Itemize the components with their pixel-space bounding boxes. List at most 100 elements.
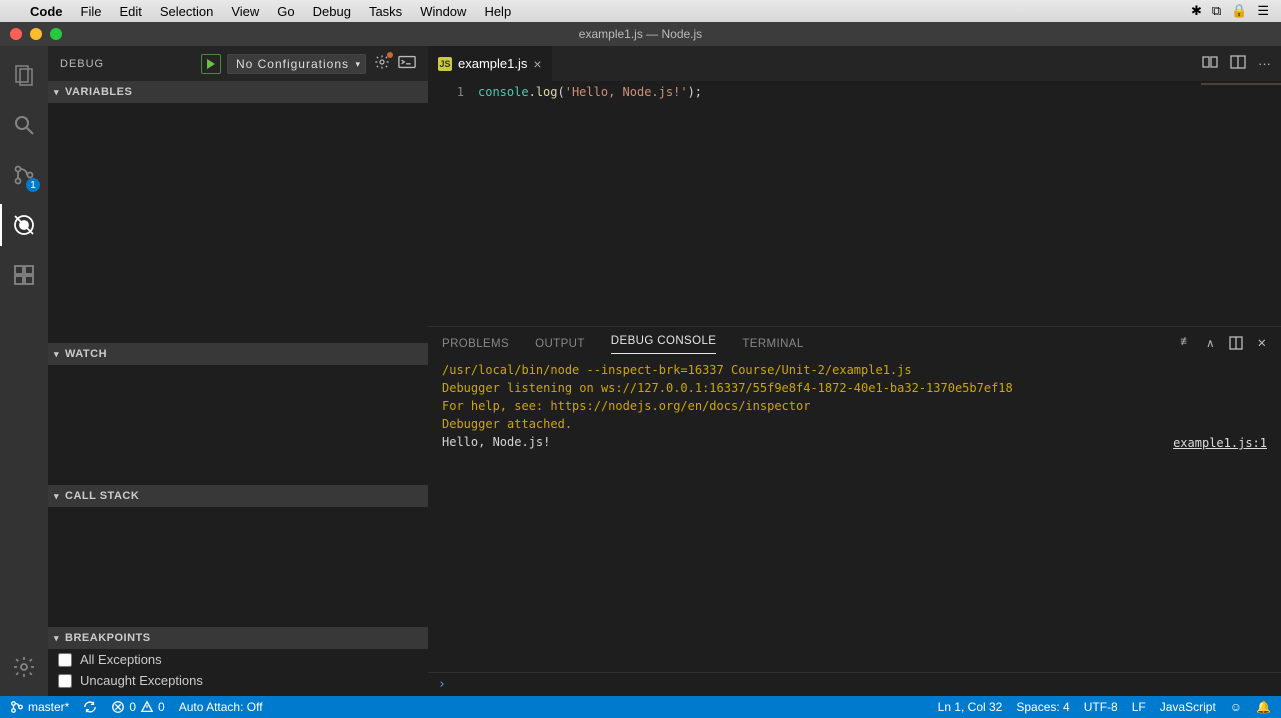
debug-header: DEBUG No Configurations [48, 46, 428, 81]
window-titlebar: example1.js — Node.js [0, 22, 1281, 46]
status-sync[interactable] [83, 700, 97, 714]
minimap[interactable] [1201, 81, 1281, 101]
clear-console-icon[interactable]: ≢ [1180, 336, 1192, 353]
menu-tasks[interactable]: Tasks [369, 4, 402, 19]
menu-file[interactable]: File [81, 4, 102, 19]
tab-filename: example1.js [458, 56, 527, 71]
system-tray: ✱ ⧉ 🔒 ☰ [1191, 3, 1269, 19]
panel-tab-problems[interactable]: PROBLEMS [442, 338, 509, 350]
menu-edit[interactable]: Edit [119, 4, 141, 19]
window-title: example1.js — Node.js [0, 27, 1281, 41]
breakpoint-label: Uncaught Exceptions [80, 673, 203, 688]
status-encoding[interactable]: UTF-8 [1084, 700, 1118, 714]
mac-menubar: Code File Edit Selection View Go Debug T… [0, 0, 1281, 22]
breakpoint-row: Uncaught Exceptions [48, 670, 428, 691]
code-editor[interactable]: 1 console.log('Hello, Node.js!'); [428, 81, 1281, 326]
debug-console-output[interactable]: /usr/local/bin/node --inspect-brk=16337 … [428, 361, 1281, 672]
section-breakpoints-header[interactable]: ▾ BREAKPOINTS [48, 627, 428, 649]
lock-icon[interactable]: 🔒 [1231, 3, 1247, 19]
code-content[interactable]: console.log('Hello, Node.js!'); [478, 81, 702, 326]
editor-actions: ··· [1202, 46, 1281, 81]
console-line: /usr/local/bin/node --inspect-brk=16337 … [442, 361, 1267, 379]
section-callstack-label: CALL STACK [65, 490, 139, 502]
menu-debug[interactable]: Debug [313, 4, 351, 19]
breakpoint-checkbox[interactable] [58, 674, 72, 688]
status-bar: master* 0 0 Auto Attach: Off Ln 1, Col 3… [0, 696, 1281, 718]
dropbox-icon[interactable]: ⧉ [1212, 3, 1221, 19]
status-problems[interactable]: 0 0 [111, 700, 164, 714]
breakpoint-label: All Exceptions [80, 652, 162, 667]
activity-settings[interactable] [0, 646, 48, 688]
panel-tab-terminal[interactable]: TERMINAL [742, 338, 803, 350]
panel-maximize-icon[interactable] [1229, 336, 1243, 353]
line-number: 1 [428, 85, 464, 99]
debug-sidebar: DEBUG No Configurations ▾ VARIABLES ▾ WATC… [48, 46, 428, 696]
evernote-icon[interactable]: ✱ [1191, 3, 1202, 19]
activity-explorer[interactable] [0, 54, 48, 96]
status-auto-attach[interactable]: Auto Attach: Off [179, 700, 263, 714]
console-line: Debugger attached. [442, 415, 1267, 433]
panel-tabs: PROBLEMS OUTPUT DEBUG CONSOLE TERMINAL ≡… [428, 327, 1281, 361]
console-line: Hello, Node.js! [442, 433, 1267, 451]
debug-repl-input[interactable]: › [428, 672, 1281, 696]
bottom-panel: PROBLEMS OUTPUT DEBUG CONSOLE TERMINAL ≡… [428, 326, 1281, 696]
section-watch-header[interactable]: ▾ WATCH [48, 343, 428, 365]
editor-region: JS example1.js × ··· 1 console.log('Hell… [428, 46, 1281, 696]
twisty-icon: ▾ [54, 491, 59, 502]
debug-console-icon[interactable] [398, 55, 416, 72]
menu-window[interactable]: Window [420, 4, 466, 19]
menu-selection[interactable]: Selection [160, 4, 213, 19]
status-feedback-icon[interactable]: ☺ [1230, 700, 1242, 714]
section-variables-body [48, 103, 428, 343]
menu-help[interactable]: Help [484, 4, 511, 19]
twisty-icon: ▾ [54, 87, 59, 98]
status-cursor[interactable]: Ln 1, Col 32 [938, 700, 1003, 714]
panel-close-icon[interactable]: ✕ [1257, 336, 1267, 353]
editor-tabs: JS example1.js × ··· [428, 46, 1281, 81]
console-line: Debugger listening on ws://127.0.0.1:163… [442, 379, 1267, 397]
section-watch-label: WATCH [65, 348, 107, 360]
section-breakpoints-label: BREAKPOINTS [65, 632, 151, 644]
editor-tab[interactable]: JS example1.js × [428, 46, 553, 81]
activity-debug[interactable] [0, 204, 48, 246]
status-bell-icon[interactable]: 🔔 [1256, 700, 1271, 714]
status-language[interactable]: JavaScript [1160, 700, 1216, 714]
repl-prompt-icon: › [438, 677, 446, 692]
section-variables-header[interactable]: ▾ VARIABLES [48, 81, 428, 103]
console-line: For help, see: https://nodejs.org/en/doc… [442, 397, 1267, 415]
section-callstack-body [48, 507, 428, 627]
panel-tab-debug-console[interactable]: DEBUG CONSOLE [611, 335, 717, 354]
status-branch[interactable]: master* [10, 700, 69, 714]
scroll-lock-icon[interactable]: ∧ [1206, 336, 1215, 353]
activity-bar: 1 [0, 46, 48, 696]
split-editor-icon[interactable] [1230, 54, 1246, 73]
menu-view[interactable]: View [231, 4, 259, 19]
section-variables-label: VARIABLES [65, 86, 132, 98]
activity-search[interactable] [0, 104, 48, 146]
section-watch-body [48, 365, 428, 485]
more-icon[interactable]: ··· [1258, 56, 1271, 71]
debug-config-select[interactable]: No Configurations [227, 54, 366, 74]
section-callstack-header[interactable]: ▾ CALL STACK [48, 485, 428, 507]
breakpoint-row: All Exceptions [48, 649, 428, 670]
twisty-icon: ▾ [54, 349, 59, 360]
configure-gear-icon[interactable] [374, 54, 390, 73]
tab-close-icon[interactable]: × [533, 56, 541, 72]
panel-tab-output[interactable]: OUTPUT [535, 338, 585, 350]
line-gutter: 1 [428, 81, 478, 326]
status-indent[interactable]: Spaces: 4 [1016, 700, 1069, 714]
breakpoint-checkbox[interactable] [58, 653, 72, 667]
section-breakpoints-body: All Exceptions Uncaught Exceptions [48, 649, 428, 696]
status-eol[interactable]: LF [1132, 700, 1146, 714]
compare-icon[interactable] [1202, 54, 1218, 73]
menu-go[interactable]: Go [277, 4, 294, 19]
console-source-link[interactable]: example1.js:1 [1173, 434, 1267, 452]
menu-extra-icon[interactable]: ☰ [1257, 3, 1269, 19]
twisty-icon: ▾ [54, 633, 59, 644]
scm-badge: 1 [26, 178, 40, 192]
app-name[interactable]: Code [30, 4, 63, 19]
activity-scm[interactable]: 1 [0, 154, 48, 196]
activity-extensions[interactable] [0, 254, 48, 296]
panel-actions: ≢ ∧ ✕ [1180, 336, 1267, 353]
start-debug-button[interactable] [201, 54, 221, 74]
